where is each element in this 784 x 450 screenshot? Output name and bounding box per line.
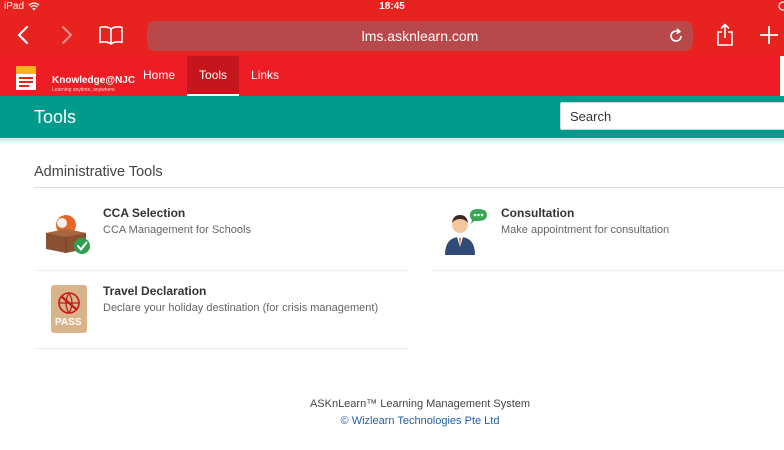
tile-divider [34, 348, 408, 349]
tile-divider [432, 270, 784, 271]
nav-tools[interactable]: Tools [187, 56, 240, 96]
divider [0, 138, 784, 141]
plus-icon [760, 26, 778, 44]
tool-tile-travel-declaration[interactable]: PASS Travel Declaration Declare your hol… [34, 271, 408, 349]
nav-links[interactable]: Links [239, 56, 291, 96]
travel-pass-icon: PASS [42, 283, 90, 335]
consultation-person-icon [440, 205, 488, 257]
tool-tile-cca-selection[interactable]: CCA Selection CCA Management for Schools [34, 193, 408, 271]
pass-badge: PASS [55, 317, 82, 328]
site-logo-text[interactable]: Knowledge@NJC [52, 75, 135, 86]
site-header: Knowledge@NJC Learning anytime, anywhere… [0, 56, 780, 96]
share-button[interactable] [710, 20, 740, 50]
tool-title[interactable]: Consultation [501, 206, 574, 220]
tool-tile-consultation[interactable]: Consultation Make appointment for consul… [432, 193, 784, 271]
battery-icon [778, 1, 784, 14]
address-bar[interactable]: lms.asknlearn.com [147, 21, 693, 51]
back-button[interactable] [8, 20, 38, 50]
page-title: Tools [34, 107, 77, 127]
tool-title[interactable]: Travel Declaration [103, 284, 206, 298]
chevron-left-icon [17, 25, 29, 45]
footer-copyright-link[interactable]: © Wizlearn Technologies Pte Ltd [0, 415, 784, 427]
address-url: lms.asknlearn.com [361, 28, 479, 44]
nav-home[interactable]: Home [131, 56, 187, 96]
section-title: Administrative Tools [34, 164, 163, 180]
footer-product: ASKnLearn™ Learning Management System [309, 398, 531, 410]
site-logo-tagline: Learning anytime, anywhere [52, 87, 115, 93]
status-time: 18:45 [379, 1, 405, 12]
section-divider [34, 187, 784, 188]
bookmarks-button[interactable] [96, 20, 126, 50]
tool-description: Make appointment for consultation [501, 224, 670, 236]
tool-description: Declare your holiday destination (for cr… [103, 302, 379, 314]
page-title-band: Tools [0, 96, 784, 138]
cca-box-icon [42, 205, 90, 257]
browser-toolbar: lms.asknlearn.com [0, 14, 784, 56]
share-icon [717, 23, 733, 46]
tool-title[interactable]: CCA Selection [103, 206, 185, 220]
site-logo-icon[interactable] [14, 64, 38, 92]
reload-icon[interactable] [667, 27, 685, 50]
tool-description: CCA Management for Schools [103, 224, 251, 236]
main-nav: Home Tools Links [131, 56, 291, 96]
status-bar: iPad 18:45 [0, 0, 784, 14]
forward-button[interactable] [52, 20, 82, 50]
open-book-icon [99, 26, 123, 45]
search-input[interactable] [560, 102, 784, 130]
chevron-right-icon [61, 25, 73, 45]
new-tab-button[interactable] [754, 20, 784, 50]
